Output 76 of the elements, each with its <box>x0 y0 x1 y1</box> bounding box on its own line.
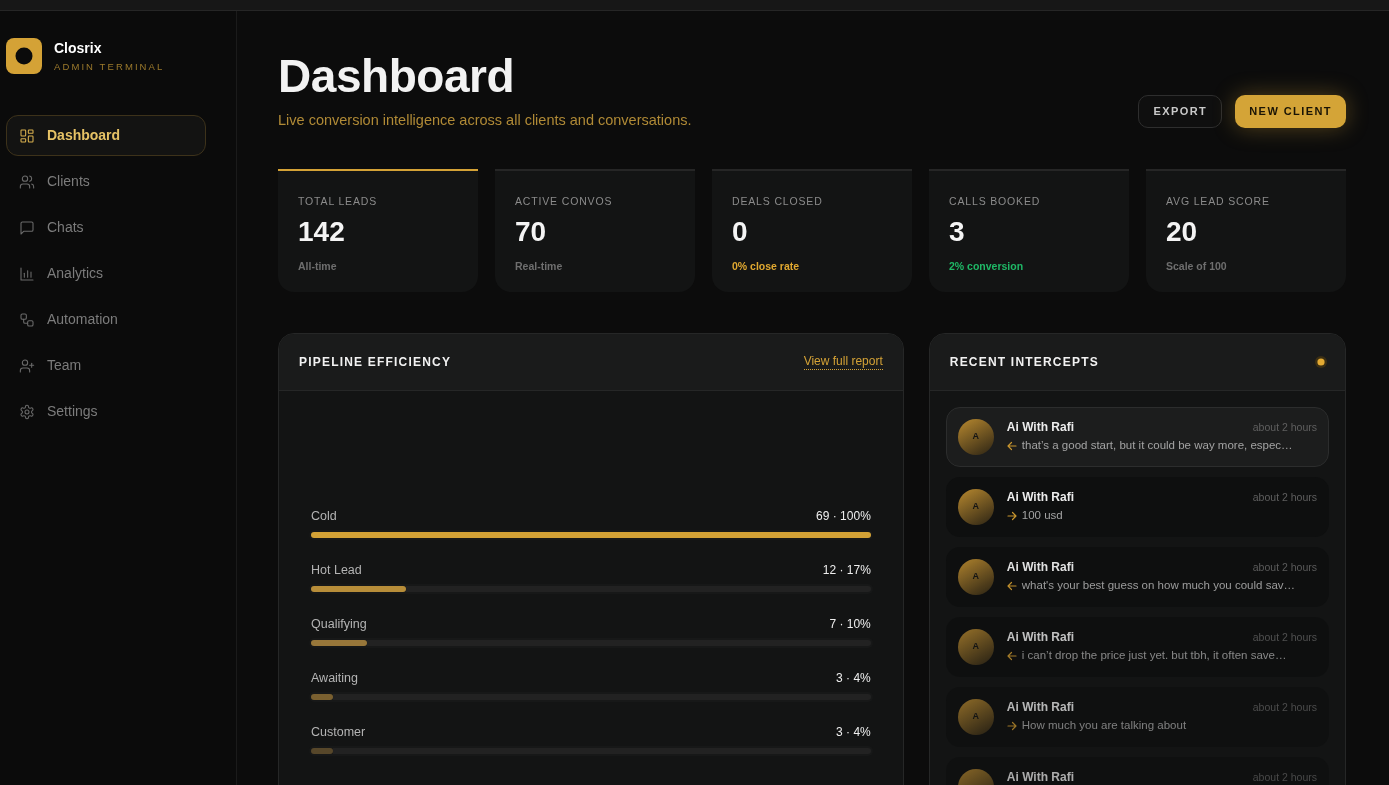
nav-item[interactable]: Dashboard <box>6 115 206 156</box>
view-report-link[interactable]: View full report <box>803 354 883 370</box>
stat-note: 2% conversion <box>949 260 1025 273</box>
stat-value: 70 <box>515 216 548 248</box>
stat-value: 3 <box>949 216 966 248</box>
nav-item[interactable]: Automation <box>6 299 206 340</box>
sender-name: Ai With Rafi <box>1006 560 1074 574</box>
message-preview: i can’t drop the price just yet. but tbh, it often save… <box>1021 648 1287 664</box>
sender-name: Ai With Rafi <box>1006 490 1074 504</box>
panel-title: PIPELINE EFFICIENCY <box>299 354 452 371</box>
stage-reading: 12 · 17% <box>822 562 871 579</box>
sender-name: Ai With Rafi <box>1006 700 1074 714</box>
stat-label: AVG LEAD SCORE <box>1166 195 1271 208</box>
message-time: about 2 hours <box>1252 630 1317 644</box>
stage-label: Qualifying <box>311 615 367 633</box>
avatar: A <box>957 559 994 595</box>
logo-icon <box>6 38 42 74</box>
stat-label: ACTIVE CONVOS <box>515 195 614 208</box>
intercept-item[interactable]: A Ai With Rafi about 2 hours How much you are talking about <box>945 687 1329 747</box>
status-dot-icon <box>1315 356 1327 368</box>
message-time: about 2 hours <box>1252 560 1317 574</box>
message-time: about 2 hours <box>1252 700 1317 714</box>
page-subtitle: Live conversion intelligence across all clients and conversations. <box>278 111 692 129</box>
stage-reading: 69 · 100% <box>816 508 871 525</box>
stage-label: Hot Lead <box>311 561 362 579</box>
bar-chart-icon <box>19 265 35 282</box>
message-preview: what's your best guess on how much you could sav… <box>1021 578 1296 594</box>
avatar: A <box>957 629 994 665</box>
stage-label: Cold <box>311 507 337 525</box>
brand-tagline: ADMIN TERMINAL <box>54 60 165 73</box>
stage-reading: 3 · 4% <box>836 670 871 687</box>
stage-reading: 3 · 4% <box>836 724 871 741</box>
stat-label: CALLS BOOKED <box>949 195 1042 208</box>
intercept-item[interactable]: A Ai With Rafi about 2 hours that’s a good start, but it could be way more, espec… <box>945 407 1329 467</box>
stat-note: Scale of 100 <box>1166 260 1228 273</box>
dashboard-grid-icon <box>19 127 35 144</box>
stat-label: TOTAL LEADS <box>298 195 379 208</box>
message-preview: How much you are talking about <box>1021 718 1187 734</box>
workflow-icon <box>19 311 35 328</box>
sender-name: Ai With Rafi <box>1006 420 1074 434</box>
users-icon <box>19 173 35 190</box>
stage-label: Customer <box>311 723 366 741</box>
page-title: Dashboard <box>278 51 516 101</box>
nav-item[interactable]: Chats <box>6 207 206 248</box>
user-plus-icon <box>19 357 35 374</box>
stat-value: 0 <box>732 216 749 248</box>
nav-item[interactable]: Settings <box>6 391 206 432</box>
avatar: A <box>957 489 994 525</box>
intercept-item[interactable]: A Ai With Rafi about 2 hours 100 usd <box>945 477 1329 537</box>
message-time: about 2 hours <box>1252 490 1317 504</box>
sender-name: Ai With Rafi <box>1006 630 1074 644</box>
stage-label: Awaiting <box>311 669 359 687</box>
settings-icon <box>19 403 35 420</box>
message-time: about 2 hours <box>1252 420 1317 434</box>
intercept-item[interactable]: A Ai With Rafi about 2 hours what's your best guess on how much you could sav… <box>945 547 1329 607</box>
intercept-item[interactable]: A Ai With Rafi about 2 hours i can’t drop the price just yet. but tbh, it often save… <box>945 617 1329 677</box>
primary-button[interactable]: NEW CLIENT <box>1235 95 1346 128</box>
stat-note: Real-time <box>515 260 564 273</box>
message-preview: that’s a good start, but it could be way more, espec… <box>1021 438 1293 454</box>
nav-item[interactable]: Team <box>6 345 206 386</box>
stat-label: DEALS CLOSED <box>732 195 824 208</box>
panel-title: RECENT INTERCEPTS <box>949 354 1099 371</box>
chat-bubble-icon <box>19 219 35 236</box>
stat-note: 0% close rate <box>732 260 801 273</box>
avatar: A <box>957 699 994 735</box>
message-preview: 100 usd <box>1021 508 1063 524</box>
sender-name: Ai With Rafi <box>1006 770 1074 784</box>
stat-value: 142 <box>298 216 346 248</box>
brand-name: Closrix <box>54 39 103 57</box>
avatar: A <box>957 419 994 455</box>
stat-note: All-time <box>298 260 338 273</box>
stat-value: 20 <box>1166 216 1199 248</box>
stage-reading: 7 · 10% <box>829 616 871 633</box>
nav-item[interactable]: Analytics <box>6 253 206 294</box>
nav-item[interactable]: Clients <box>6 161 206 202</box>
secondary-button[interactable]: EXPORT <box>1138 95 1223 128</box>
